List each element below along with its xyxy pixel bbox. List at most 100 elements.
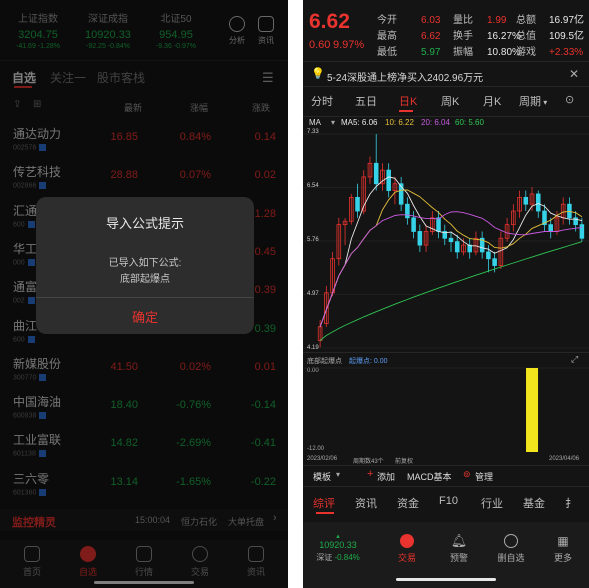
plus-icon[interactable]: + [367, 468, 373, 480]
quote-value: 5.97 [421, 47, 441, 58]
indicator-spike-bar [526, 368, 539, 452]
period-count: 周期数43个 [353, 459, 384, 465]
candle-body [548, 224, 553, 232]
period-tab[interactable]: 周K [441, 93, 459, 109]
quote-label: 今开 [377, 15, 397, 26]
nav-remove-watchlist[interactable]: 删自选 [493, 534, 529, 564]
candle-body [386, 169, 391, 191]
detail-tab[interactable]: 资讯 [355, 495, 377, 511]
macd-button[interactable]: MACD基本 [407, 470, 452, 483]
candlestick-chart[interactable] [303, 128, 589, 352]
quote-value: 1.99 [487, 15, 507, 26]
quote-label: 最低 [377, 47, 397, 58]
period-tab[interactable]: 月K [483, 93, 501, 109]
candle-body [373, 162, 379, 185]
candle-body [523, 196, 529, 205]
current-price: 6.62 [309, 10, 350, 33]
price-axis-label: 6.54 [307, 183, 319, 189]
ma60-value: 60: 5.60 [455, 118, 484, 127]
divider [303, 116, 589, 117]
candle-body [417, 231, 423, 246]
index-widget-value: 10920.33 [319, 540, 357, 550]
indicator-value: 起爆点: 0.00 [349, 358, 388, 365]
minus-circle-icon [504, 534, 518, 548]
index-widget-pct: -0.84% [334, 553, 360, 562]
index-widget-name: 深证 [316, 553, 333, 562]
caret-icon: ▴ [336, 533, 340, 540]
dialog-title: 导入公式提示 [105, 216, 184, 231]
import-formula-dialog: 导入公式提示 已导入如下公式: 底部起爆点 确定 [36, 197, 254, 334]
indicator-header: 底部起爆点 起爆点: 0.00 ⤢ [303, 352, 589, 366]
candle-body [492, 258, 497, 266]
date-end: 2023/04/06 [549, 456, 580, 462]
add-button[interactable]: 添加 [377, 470, 395, 483]
detail-tab-indicator [316, 512, 334, 514]
candle-body [486, 251, 491, 260]
stock-detail-screen: 6.62 0.60 9.97% 今开 6.03 量比 1.99 总额 16.97亿 最高 6.… [303, 0, 589, 588]
dialog-divider [36, 297, 254, 298]
price-change: 0.60 [309, 39, 331, 51]
ma10-value: 10: 6.22 [385, 118, 414, 127]
quote-label: 总值 [516, 31, 536, 42]
candle-body [436, 217, 441, 232]
quote-value: +2.33% [549, 47, 584, 58]
confirm-button[interactable]: 确定 [36, 307, 254, 326]
close-icon[interactable]: ✕ [569, 67, 579, 81]
template-button[interactable]: 模板 [313, 470, 331, 483]
price-axis-label: 7.33 [307, 129, 319, 135]
caret-down-icon: ▾ [336, 470, 341, 479]
price-axis-label: 4.97 [307, 291, 319, 297]
manage-icon[interactable]: ⊚ [463, 469, 471, 480]
quote-value-cell: +2.33% [549, 42, 583, 60]
quote-cell: 游戏 [516, 42, 536, 60]
indicator-chart[interactable] [303, 366, 589, 454]
ma20-value: 20: 6.04 [421, 118, 450, 127]
nav-trade[interactable]: 交易 [389, 534, 425, 564]
ma60-line [319, 241, 583, 341]
period-tab[interactable]: 分时 [311, 93, 333, 109]
period-tab[interactable]: 周期 ▾ [519, 93, 547, 109]
notice-bar[interactable]: 💡 5-24深股通上榜净买入2402.96万元 ✕ [303, 61, 589, 87]
ma5-value: MA5: 6.06 [341, 118, 378, 127]
index-widget[interactable]: ▴ 10920.33 深证 -0.84% [313, 532, 363, 563]
ma20-line [319, 211, 582, 328]
period-tab-indicator [399, 110, 413, 112]
manage-button[interactable]: 管理 [475, 470, 493, 483]
detail-bottom-nav: ▴ 10920.33 深证 -0.84% 交易 🔔︎ 预警 删自选 ▦ 更多 [303, 522, 589, 588]
caret-down-icon[interactable]: ▾ [331, 118, 335, 127]
detail-tab[interactable]: 基金 [523, 495, 545, 511]
restore-mode: 前复权 [395, 459, 414, 465]
nav-more[interactable]: ▦ 更多 [545, 534, 581, 564]
period-tab[interactable]: 五日 [355, 93, 377, 109]
caret-down-icon: ▾ [541, 98, 548, 107]
grid-icon: ▦ [557, 534, 569, 548]
price-change-percent: 9.97% [333, 39, 365, 51]
date-start: 2023/02/06 [307, 456, 338, 462]
quote-label: 量比 [453, 15, 473, 26]
detail-tab[interactable]: 资金 [397, 495, 419, 511]
settings-icon[interactable]: ⊙ [565, 93, 574, 106]
indicator-toolbar: 模板 ▾ + 添加 MACD基本 ⊚ 管理 [303, 465, 589, 485]
detail-tab[interactable]: 行业 [481, 495, 503, 511]
period-tab[interactable]: 日K [399, 93, 417, 109]
ma-label[interactable]: MA [309, 118, 321, 127]
trade-icon [400, 534, 414, 548]
quote-value: 16.97亿 [549, 15, 585, 26]
bell-icon: 🔔︎ [450, 533, 468, 548]
candle-body [448, 237, 454, 243]
quote-label: 换手 [453, 31, 473, 42]
nav-alert[interactable]: 🔔︎ 预警 [441, 534, 477, 564]
quote-cell: 振幅 [453, 42, 473, 60]
quote-value: 6.03 [421, 15, 441, 26]
detail-tab[interactable]: 扌 [565, 495, 576, 511]
detail-tab[interactable]: 综评 [313, 495, 335, 511]
home-indicator [396, 578, 496, 581]
watchlist-screen: 上证指数 3204.75 -41.69 -1.28% 深证成指 10920.33… [0, 0, 288, 588]
quote-label: 最高 [377, 31, 397, 42]
period-tab-label: 周期 [519, 96, 541, 108]
quote-cell: 最低 [377, 42, 397, 60]
detail-tab[interactable]: F10 [439, 495, 458, 507]
indicator-name[interactable]: 底部起爆点 [307, 356, 342, 366]
expand-icon[interactable]: ⤢ [571, 354, 578, 365]
nav-label: 交易 [397, 553, 416, 563]
